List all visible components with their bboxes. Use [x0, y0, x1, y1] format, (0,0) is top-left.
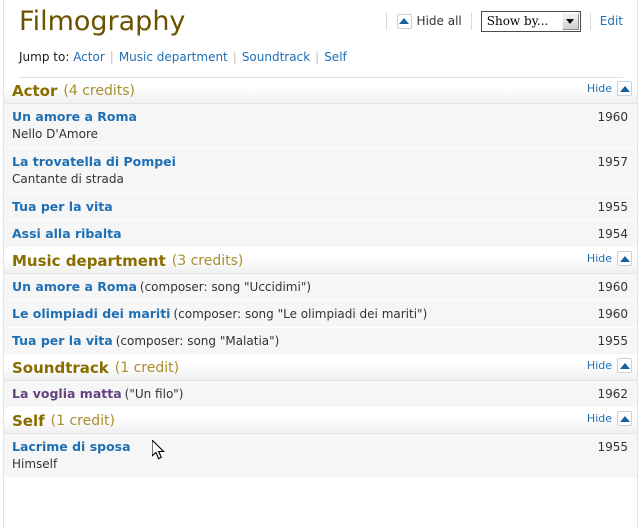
- page-bottom-spacer: [4, 479, 637, 487]
- jump-to-label: Jump to:: [19, 50, 70, 64]
- credit-title-link[interactable]: Un amore a Roma: [12, 279, 137, 294]
- header-toolbar: Hide all Show by... Edit: [385, 10, 623, 32]
- edit-link[interactable]: Edit: [600, 14, 623, 28]
- jump-to-separator: |: [109, 50, 114, 64]
- credit-year: 1960: [597, 280, 628, 294]
- toolbar-divider: [589, 12, 591, 30]
- hide-section-label: Hide: [586, 252, 612, 265]
- section-title: Soundtrack: [12, 358, 109, 377]
- hide-all-button[interactable]: Hide all: [396, 13, 462, 29]
- hide-section-button-self[interactable]: Hide: [587, 411, 632, 426]
- section-title: Actor: [12, 81, 58, 100]
- credit-year: 1955: [597, 200, 628, 214]
- hide-all-label: Hide all: [416, 14, 462, 28]
- jump-to-link-actor[interactable]: Actor: [73, 50, 105, 64]
- credit-title-line: La voglia matta ("Un filo"): [12, 386, 629, 402]
- collapse-triangle-icon[interactable]: [617, 251, 632, 266]
- credit-year: 1955: [597, 334, 628, 348]
- credit-title-link[interactable]: La trovatella di Pompei: [12, 154, 176, 169]
- credit-row: Un amore a Roma (composer: song "Uccidimi…: [4, 274, 637, 301]
- show-by-select[interactable]: Show by...: [480, 10, 581, 32]
- jump-to-separator: |: [232, 50, 237, 64]
- jump-to-links: Actor | Music department | Soundtrack | Self: [73, 50, 347, 64]
- section-credit-count: (4 credits): [63, 82, 135, 99]
- jump-to-link-soundtrack[interactable]: Soundtrack: [242, 50, 310, 64]
- hide-section-label: Hide: [586, 82, 612, 95]
- credit-row: Tua per la vita 1955: [4, 194, 637, 221]
- section-header-actor: Actor (4 credits) Hide: [4, 78, 637, 104]
- credit-row: Un amore a Roma Nello D'Amore 1960: [4, 104, 637, 149]
- credit-row: Tua per la vita (composer: song "Malatia"…: [4, 328, 637, 355]
- credit-row: Lacrime di sposa Himself 1955: [4, 434, 637, 479]
- credit-title-line: Tua per la vita (composer: song "Malatia"…: [12, 333, 629, 349]
- credit-title-link[interactable]: Un amore a Roma: [12, 109, 137, 124]
- credit-title-line: Le olimpiadi dei mariti (composer: song "…: [12, 306, 629, 322]
- credit-year: 1955: [597, 440, 628, 454]
- show-by-value: Show by...: [486, 13, 549, 28]
- hide-section-button-soundtrack[interactable]: Hide: [587, 358, 632, 373]
- collapse-triangle-icon[interactable]: [617, 358, 632, 373]
- chevron-down-icon[interactable]: [561, 12, 579, 30]
- section-credit-count: (3 credits): [171, 252, 244, 269]
- collapse-triangle-icon[interactable]: [396, 13, 412, 29]
- credit-note: (composer: song "Malatia"): [115, 334, 280, 348]
- credit-role: Nello D'Amore: [12, 127, 99, 141]
- section-header-self: Self (1 credit) Hide: [4, 408, 637, 434]
- credit-title-link[interactable]: Le olimpiadi dei mariti: [12, 306, 170, 321]
- credit-row: Le olimpiadi dei mariti (composer: song "…: [4, 301, 637, 328]
- credit-title-link[interactable]: La voglia matta: [12, 386, 122, 401]
- section-credit-count: (1 credit): [114, 359, 180, 376]
- page-header: Filmography Hide all Show by... Edit: [19, 0, 623, 46]
- credit-title-line: Tua per la vita: [12, 199, 629, 215]
- toolbar-divider: [470, 12, 472, 30]
- hide-section-label: Hide: [586, 412, 612, 425]
- toolbar-divider: [385, 12, 387, 30]
- credit-title-link[interactable]: Tua per la vita: [12, 199, 113, 214]
- filmography-page: Filmography Hide all Show by... Edit Jum…: [0, 0, 641, 528]
- credit-title-link[interactable]: Assi alla ribalta: [12, 226, 122, 241]
- credit-role: Cantante di strada: [12, 172, 124, 186]
- credit-title-line: Lacrime di sposa: [12, 439, 629, 455]
- hide-section-button-music-department[interactable]: Hide: [587, 251, 632, 266]
- credit-year: 1962: [597, 387, 628, 401]
- page-inner: Filmography Hide all Show by... Edit Jum…: [4, 0, 637, 78]
- collapse-triangle-icon[interactable]: [617, 411, 632, 426]
- jump-to-link-self[interactable]: Self: [324, 50, 347, 64]
- section-header-soundtrack: Soundtrack (1 credit) Hide: [4, 355, 637, 381]
- credit-title-link[interactable]: Lacrime di sposa: [12, 439, 131, 454]
- hide-section-button-actor[interactable]: Hide: [587, 81, 632, 96]
- collapse-triangle-icon[interactable]: [617, 81, 632, 96]
- credit-row: Assi alla ribalta 1954: [4, 221, 637, 248]
- section-credit-count: (1 credit): [50, 412, 115, 429]
- page-frame: Filmography Hide all Show by... Edit Jum…: [3, 0, 638, 528]
- page-title: Filmography: [19, 6, 186, 37]
- jump-to-nav: Jump to: Actor | Music department | Soundtra…: [19, 46, 623, 68]
- section-title: Self: [12, 411, 45, 430]
- jump-to-separator: |: [315, 50, 320, 64]
- credit-year: 1960: [597, 110, 628, 124]
- credit-note: (composer: song "Uccidimi"): [139, 280, 312, 294]
- credit-year: 1960: [597, 307, 628, 321]
- credit-title-link[interactable]: Tua per la vita: [12, 333, 113, 348]
- credit-row: La trovatella di Pompei Cantante di strad…: [4, 149, 637, 194]
- credit-title-line: La trovatella di Pompei: [12, 154, 629, 170]
- credit-note: (composer: song "Le olimpiadi dei mariti…: [173, 307, 428, 321]
- section-header-music-department: Music department (3 credits) Hide: [4, 248, 637, 274]
- filmography-sections: Actor (4 credits) Hide Un amore a Roma Nello…: [4, 78, 637, 479]
- credit-note: ("Un filo"): [124, 387, 184, 401]
- credit-title-line: Un amore a Roma (composer: song "Uccidimi…: [12, 279, 629, 295]
- hide-section-label: Hide: [586, 359, 612, 372]
- section-title: Music department: [12, 251, 166, 270]
- credit-title-line: Un amore a Roma: [12, 109, 629, 125]
- credit-role: Himself: [12, 457, 58, 471]
- jump-to-link-music-department[interactable]: Music department: [119, 50, 228, 64]
- credit-year: 1954: [597, 227, 628, 241]
- credit-row: La voglia matta ("Un filo") 1962: [4, 381, 637, 408]
- credit-title-line: Assi alla ribalta: [12, 226, 629, 242]
- credit-year: 1957: [597, 155, 628, 169]
